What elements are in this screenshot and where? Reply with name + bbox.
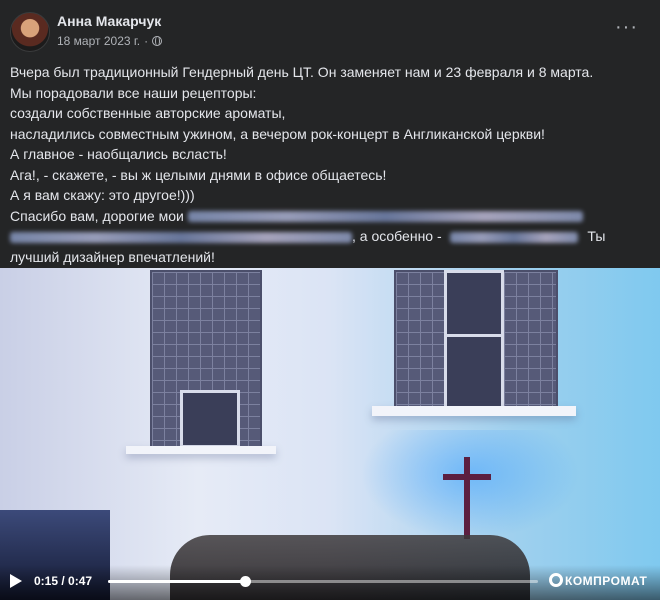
blue-light: [360, 430, 580, 540]
play-icon[interactable]: [10, 574, 22, 588]
progress-fill: [108, 580, 246, 583]
blurred-names: [10, 231, 352, 243]
post-date[interactable]: 18 март 2023 г.: [57, 34, 140, 48]
progress-bar[interactable]: [108, 576, 538, 587]
post-header: Анна Макарчук 18 март 2023 г. · ···: [0, 0, 660, 58]
text-line: создали собственные авторские ароматы,: [10, 105, 286, 121]
thanks-line: Спасибо вам, дорогие мои: [10, 206, 650, 227]
window-frame: [444, 270, 504, 338]
text-line: лучший дизайнер впечатлений!: [10, 248, 215, 265]
text-line: насладились совместным ужином, а вечером…: [10, 125, 545, 142]
current-time: 0:15: [34, 574, 59, 588]
especially-line: , а особенно - Ты: [10, 226, 650, 247]
blurred-name: [449, 231, 578, 243]
post-text: Вчера был традиционный Гендерный день ЦТ…: [10, 62, 650, 267]
text-line: Мы порадовали все наши рецепторы:: [10, 84, 257, 101]
avatar[interactable]: [10, 12, 50, 52]
window-ledge: [126, 446, 276, 454]
globe-icon: [152, 36, 163, 46]
blurred-names: [187, 211, 583, 223]
crucifix-bar: [443, 474, 491, 480]
especially-text: , а особенно -: [352, 228, 442, 244]
more-icon[interactable]: ···: [615, 16, 638, 39]
author-name[interactable]: Анна Макарчук: [57, 13, 161, 29]
thanks-prefix: Спасибо вам, дорогие мои: [10, 207, 184, 224]
you-text: Ты: [587, 228, 606, 244]
text-line: А я вам скажу: это другое!))): [10, 187, 195, 203]
window-frame: [444, 334, 504, 412]
video-time: 0:15 / 0:47: [34, 574, 92, 588]
crucifix: [464, 457, 470, 539]
total-time: 0:47: [68, 574, 93, 588]
watermark: КОМПРОМАТ: [565, 574, 648, 588]
text-line: Вчера был традиционный Гендерный день ЦТ…: [10, 64, 594, 80]
text-line: А главное - наобщались всласть!: [10, 146, 227, 162]
settings-icon[interactable]: [549, 573, 563, 587]
window-frame: [180, 390, 240, 448]
post-meta: 18 март 2023 г. ·: [57, 34, 163, 48]
text-line: Ага!, - скажете, - вы ж целыми днями в о…: [10, 166, 387, 183]
meta-separator: ·: [144, 34, 149, 48]
time-separator: /: [58, 574, 69, 588]
window-ledge: [372, 406, 576, 416]
